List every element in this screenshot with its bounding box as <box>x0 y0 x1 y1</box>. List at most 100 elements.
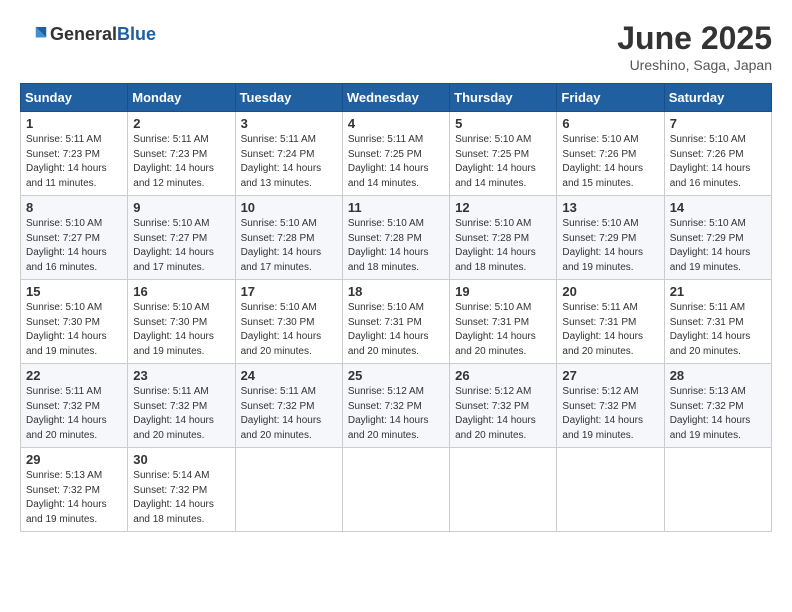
day-number: 6 <box>562 116 658 131</box>
day-number: 4 <box>348 116 444 131</box>
calendar-week-2: 8 Sunrise: 5:10 AMSunset: 7:27 PMDaylight… <box>21 196 772 280</box>
logo-blue: Blue <box>117 24 156 44</box>
calendar-cell: 14 Sunrise: 5:10 AMSunset: 7:29 PMDayligh… <box>664 196 771 280</box>
day-number: 27 <box>562 368 658 383</box>
day-detail: Sunrise: 5:12 AMSunset: 7:32 PMDaylight:… <box>348 385 444 443</box>
header-cell-monday: Monday <box>128 84 235 112</box>
title-block: June 2025 Ureshino, Saga, Japan <box>617 20 772 73</box>
calendar-week-1: 1 Sunrise: 5:11 AMSunset: 7:23 PMDaylight… <box>21 112 772 196</box>
day-detail: Sunrise: 5:12 AMSunset: 7:32 PMDaylight:… <box>562 385 658 443</box>
day-number: 13 <box>562 200 658 215</box>
day-detail: Sunrise: 5:10 AMSunset: 7:29 PMDaylight:… <box>562 217 658 275</box>
calendar-table: SundayMondayTuesdayWednesdayThursdayFrid… <box>20 83 772 532</box>
day-detail: Sunrise: 5:11 AMSunset: 7:23 PMDaylight:… <box>26 133 122 191</box>
calendar-cell: 21 Sunrise: 5:11 AMSunset: 7:31 PMDayligh… <box>664 280 771 364</box>
day-number: 11 <box>348 200 444 215</box>
calendar-cell: 17 Sunrise: 5:10 AMSunset: 7:30 PMDayligh… <box>235 280 342 364</box>
day-detail: Sunrise: 5:11 AMSunset: 7:23 PMDaylight:… <box>133 133 229 191</box>
header-cell-saturday: Saturday <box>664 84 771 112</box>
day-number: 3 <box>241 116 337 131</box>
day-detail: Sunrise: 5:10 AMSunset: 7:27 PMDaylight:… <box>133 217 229 275</box>
logo-icon <box>20 20 48 48</box>
day-number: 21 <box>670 284 766 299</box>
calendar-cell: 12 Sunrise: 5:10 AMSunset: 7:28 PMDayligh… <box>450 196 557 280</box>
day-number: 26 <box>455 368 551 383</box>
day-detail: Sunrise: 5:11 AMSunset: 7:24 PMDaylight:… <box>241 133 337 191</box>
day-detail: Sunrise: 5:10 AMSunset: 7:28 PMDaylight:… <box>348 217 444 275</box>
day-detail: Sunrise: 5:10 AMSunset: 7:30 PMDaylight:… <box>241 301 337 359</box>
day-number: 19 <box>455 284 551 299</box>
calendar-cell: 20Sunrise: 5:11 AMSunset: 7:31 PMDayligh… <box>557 280 664 364</box>
day-detail: Sunrise: 5:11 AMSunset: 7:31 PMDaylight:… <box>562 301 658 359</box>
day-detail: Sunrise: 5:11 AMSunset: 7:31 PMDaylight:… <box>670 301 766 359</box>
calendar-cell: 7 Sunrise: 5:10 AMSunset: 7:26 PMDaylight… <box>664 112 771 196</box>
calendar-cell: 23Sunrise: 5:11 AMSunset: 7:32 PMDayligh… <box>128 364 235 448</box>
header-cell-thursday: Thursday <box>450 84 557 112</box>
day-detail: Sunrise: 5:10 AMSunset: 7:28 PMDaylight:… <box>455 217 551 275</box>
day-number: 9 <box>133 200 229 215</box>
day-number: 15 <box>26 284 122 299</box>
calendar-cell <box>450 448 557 532</box>
day-detail: Sunrise: 5:10 AMSunset: 7:31 PMDaylight:… <box>455 301 551 359</box>
day-detail: Sunrise: 5:10 AMSunset: 7:29 PMDaylight:… <box>670 217 766 275</box>
day-number: 5 <box>455 116 551 131</box>
day-number: 16 <box>133 284 229 299</box>
day-detail: Sunrise: 5:10 AMSunset: 7:31 PMDaylight:… <box>348 301 444 359</box>
calendar-cell: 15Sunrise: 5:10 AMSunset: 7:30 PMDayligh… <box>21 280 128 364</box>
day-number: 30 <box>133 452 229 467</box>
calendar-cell: 19 Sunrise: 5:10 AMSunset: 7:31 PMDayligh… <box>450 280 557 364</box>
calendar-cell <box>557 448 664 532</box>
day-number: 29 <box>26 452 122 467</box>
calendar-cell: 16 Sunrise: 5:10 AMSunset: 7:30 PMDayligh… <box>128 280 235 364</box>
day-number: 2 <box>133 116 229 131</box>
header-cell-tuesday: Tuesday <box>235 84 342 112</box>
calendar-cell <box>342 448 449 532</box>
day-detail: Sunrise: 5:13 AMSunset: 7:32 PMDaylight:… <box>26 469 122 527</box>
calendar-cell: 26 Sunrise: 5:12 AMSunset: 7:32 PMDayligh… <box>450 364 557 448</box>
calendar-week-5: 29 Sunrise: 5:13 AMSunset: 7:32 PMDayligh… <box>21 448 772 532</box>
calendar-cell: 10Sunrise: 5:10 AMSunset: 7:28 PMDayligh… <box>235 196 342 280</box>
calendar-week-3: 15 Sunrise: 5:10 AMSunset: 7:30 PMDayligh… <box>21 280 772 364</box>
calendar-cell: 3 Sunrise: 5:11 AMSunset: 7:24 PMDaylight… <box>235 112 342 196</box>
calendar-cell: 30 Sunrise: 5:14 AMSunset: 7:32 PMDayligh… <box>128 448 235 532</box>
day-detail: Sunrise: 5:12 AMSunset: 7:32 PMDaylight:… <box>455 385 551 443</box>
day-number: 8 <box>26 200 122 215</box>
day-number: 12 <box>455 200 551 215</box>
calendar-cell: 28 Sunrise: 5:13 AMSunset: 7:32 PMDayligh… <box>664 364 771 448</box>
calendar-week-4: 22Sunrise: 5:11 AMSunset: 7:32 PMDayligh… <box>21 364 772 448</box>
calendar-cell: 9 Sunrise: 5:10 AMSunset: 7:27 PMDaylight… <box>128 196 235 280</box>
calendar-cell: 4 Sunrise: 5:11 AMSunset: 7:25 PMDaylight… <box>342 112 449 196</box>
page-header: GeneralBlue June 2025 Ureshino, Saga, Ja… <box>20 20 772 73</box>
day-detail: Sunrise: 5:10 AMSunset: 7:26 PMDaylight:… <box>562 133 658 191</box>
day-number: 17 <box>241 284 337 299</box>
calendar-cell <box>664 448 771 532</box>
day-number: 25 <box>348 368 444 383</box>
calendar-cell: 27 Sunrise: 5:12 AMSunset: 7:32 PMDayligh… <box>557 364 664 448</box>
calendar-cell: 11 Sunrise: 5:10 AMSunset: 7:28 PMDayligh… <box>342 196 449 280</box>
calendar-cell: 6 Sunrise: 5:10 AMSunset: 7:26 PMDaylight… <box>557 112 664 196</box>
day-detail: Sunrise: 5:13 AMSunset: 7:32 PMDaylight:… <box>670 385 766 443</box>
day-number: 1 <box>26 116 122 131</box>
calendar-cell: 13 Sunrise: 5:10 AMSunset: 7:29 PMDayligh… <box>557 196 664 280</box>
calendar-cell: 25 Sunrise: 5:12 AMSunset: 7:32 PMDayligh… <box>342 364 449 448</box>
header-row: SundayMondayTuesdayWednesdayThursdayFrid… <box>21 84 772 112</box>
calendar-cell: 29 Sunrise: 5:13 AMSunset: 7:32 PMDayligh… <box>21 448 128 532</box>
day-number: 14 <box>670 200 766 215</box>
calendar-cell: 2 Sunrise: 5:11 AMSunset: 7:23 PMDaylight… <box>128 112 235 196</box>
header-cell-friday: Friday <box>557 84 664 112</box>
day-detail: Sunrise: 5:11 AMSunset: 7:32 PMDaylight:… <box>26 385 122 443</box>
day-detail: Sunrise: 5:10 AMSunset: 7:26 PMDaylight:… <box>670 133 766 191</box>
day-number: 7 <box>670 116 766 131</box>
header-cell-sunday: Sunday <box>21 84 128 112</box>
day-detail: Sunrise: 5:10 AMSunset: 7:25 PMDaylight:… <box>455 133 551 191</box>
day-number: 28 <box>670 368 766 383</box>
day-detail: Sunrise: 5:11 AMSunset: 7:25 PMDaylight:… <box>348 133 444 191</box>
calendar-cell <box>235 448 342 532</box>
day-detail: Sunrise: 5:11 AMSunset: 7:32 PMDaylight:… <box>133 385 229 443</box>
calendar-cell: 18Sunrise: 5:10 AMSunset: 7:31 PMDayligh… <box>342 280 449 364</box>
day-detail: Sunrise: 5:10 AMSunset: 7:30 PMDaylight:… <box>133 301 229 359</box>
day-detail: Sunrise: 5:14 AMSunset: 7:32 PMDaylight:… <box>133 469 229 527</box>
day-detail: Sunrise: 5:10 AMSunset: 7:28 PMDaylight:… <box>241 217 337 275</box>
logo-general: General <box>50 24 117 44</box>
logo: GeneralBlue <box>20 20 156 48</box>
